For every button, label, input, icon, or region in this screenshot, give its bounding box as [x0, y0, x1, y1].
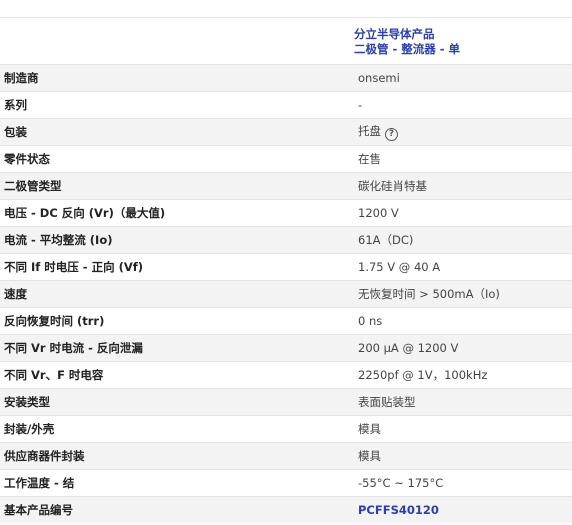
packaging-value: 托盘	[358, 124, 381, 138]
table-row: 不同 Vr 时电流 - 反向泄漏 200 µA @ 1200 V	[0, 334, 572, 362]
table-row: 安装类型 表面贴装型	[0, 388, 572, 416]
attribute-value: 61A（DC)	[344, 226, 572, 254]
table-row: 包装 托盘?	[0, 118, 572, 146]
attribute-value: 1200 V	[344, 199, 572, 227]
attribute-label: 制造商	[0, 64, 344, 92]
attribute-label: 速度	[0, 280, 344, 308]
attribute-value: 碳化硅肖特基	[344, 172, 572, 200]
attribute-label: 不同 Vr 时电流 - 反向泄漏	[0, 334, 344, 362]
attribute-label: 基本产品编号	[0, 496, 344, 523]
attribute-value: 2250pf @ 1V，100kHz	[344, 361, 572, 389]
table-row: 二极管类型 碳化硅肖特基	[0, 172, 572, 200]
table-row: 电流 - 平均整流 (Io) 61A（DC)	[0, 226, 572, 254]
attribute-value: 模具	[344, 415, 572, 443]
attribute-value: 模具	[344, 442, 572, 470]
table-row: 制造商 onsemi	[0, 64, 572, 92]
attribute-label: 电压 - DC 反向 (Vr)（最大值)	[0, 199, 344, 227]
attribute-label: 二极管类型	[0, 172, 344, 200]
attribute-label: 包装	[0, 118, 344, 146]
product-attributes-panel: 分立半导体产品 二极管 - 整流器 - 单 制造商 onsemi 系列 - 包装…	[0, 0, 572, 525]
attributes-table: 制造商 onsemi 系列 - 包装 托盘? 零件状态 在售 二极管类型 碳化硅…	[0, 64, 572, 523]
attribute-value: 在售	[344, 145, 572, 173]
attribute-value: -55°C ~ 175°C	[344, 469, 572, 497]
attribute-value: 1.75 V @ 40 A	[344, 253, 572, 281]
table-row: 基本产品编号 PCFFS40120	[0, 496, 572, 523]
attribute-label: 工作温度 - 结	[0, 469, 344, 497]
attribute-value: -	[344, 91, 572, 119]
attribute-value: 200 µA @ 1200 V	[344, 334, 572, 362]
attribute-label: 供应商器件封装	[0, 442, 344, 470]
attribute-label: 系列	[0, 91, 344, 119]
attribute-value: 表面贴装型	[344, 388, 572, 416]
table-row: 工作温度 - 结 -55°C ~ 175°C	[0, 469, 572, 497]
attribute-label: 反向恢复时间 (trr)	[0, 307, 344, 335]
attribute-value: onsemi	[344, 64, 572, 92]
attribute-value: 0 ns	[344, 307, 572, 335]
table-row: 系列 -	[0, 91, 572, 119]
attribute-label: 安装类型	[0, 388, 344, 416]
attribute-label: 不同 Vr、F 时电容	[0, 361, 344, 389]
table-row: 零件状态 在售	[0, 145, 572, 173]
base-product-number-link[interactable]: PCFFS40120	[358, 503, 439, 517]
attribute-label: 不同 If 时电压 - 正向 (Vf)	[0, 253, 344, 281]
attribute-label: 电流 - 平均整流 (Io)	[0, 226, 344, 254]
category-link-rectifiers[interactable]: 二极管 - 整流器 - 单	[354, 42, 460, 57]
attribute-value: PCFFS40120	[344, 496, 572, 523]
category-link-discrete[interactable]: 分立半导体产品	[354, 27, 460, 42]
attribute-label: 封装/外壳	[0, 415, 344, 443]
help-icon[interactable]: ?	[385, 128, 398, 141]
table-row: 速度 无恢复时间 > 500mA（Io)	[0, 280, 572, 308]
table-row: 封装/外壳 模具	[0, 415, 572, 443]
table-row: 电压 - DC 反向 (Vr)（最大值) 1200 V	[0, 199, 572, 227]
table-row: 不同 If 时电压 - 正向 (Vf) 1.75 V @ 40 A	[0, 253, 572, 281]
attribute-label: 零件状态	[0, 145, 344, 173]
attribute-value: 托盘?	[344, 118, 572, 146]
category-breadcrumb[interactable]: 分立半导体产品 二极管 - 整流器 - 单	[354, 27, 460, 56]
table-row: 供应商器件封装 模具	[0, 442, 572, 470]
table-row: 反向恢复时间 (trr) 0 ns	[0, 307, 572, 335]
table-row: 不同 Vr、F 时电容 2250pf @ 1V，100kHz	[0, 361, 572, 389]
divider	[0, 17, 572, 18]
attribute-value: 无恢复时间 > 500mA（Io)	[344, 280, 572, 308]
